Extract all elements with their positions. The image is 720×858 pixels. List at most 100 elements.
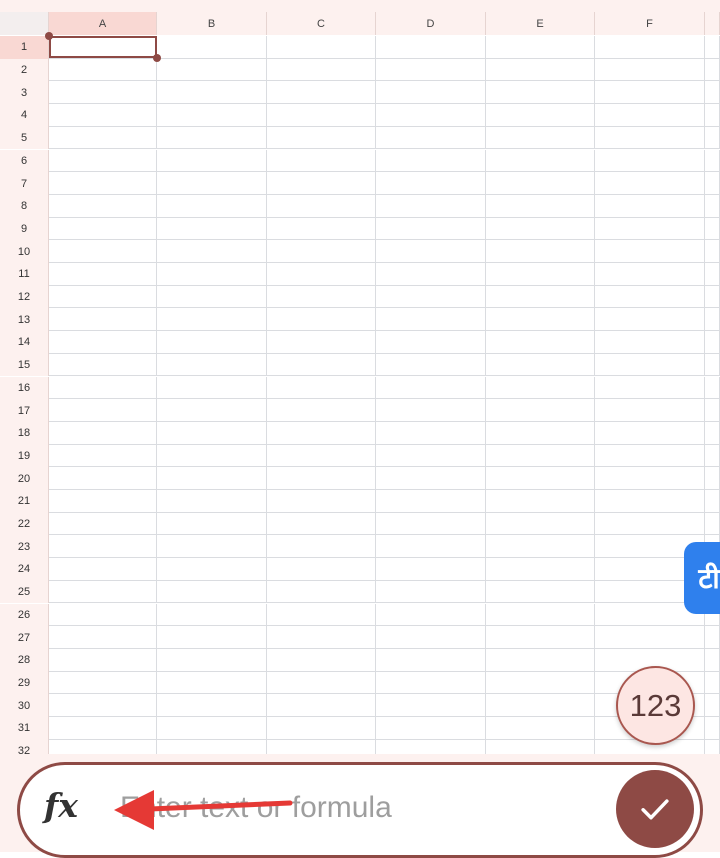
grid-cell[interactable] <box>376 671 486 695</box>
row-header-19[interactable]: 19 <box>0 444 49 468</box>
grid-cell[interactable] <box>267 558 376 581</box>
grid-cell[interactable] <box>49 626 157 649</box>
grid-cell[interactable] <box>486 490 595 513</box>
grid-cell[interactable] <box>376 104 486 127</box>
grid-cell[interactable] <box>376 603 486 627</box>
grid-cell[interactable] <box>157 308 267 332</box>
grid-cell[interactable] <box>705 694 720 717</box>
grid-cell[interactable] <box>376 149 486 173</box>
grid-cell[interactable] <box>486 421 595 445</box>
grid-cell[interactable] <box>486 626 595 649</box>
grid-cell[interactable] <box>376 172 486 195</box>
row-header-4[interactable]: 4 <box>0 104 49 127</box>
grid-cell[interactable] <box>376 331 486 354</box>
grid-cell[interactable] <box>49 603 157 627</box>
grid-cell[interactable] <box>705 172 720 195</box>
grid-cell[interactable] <box>595 36 705 59</box>
grid-cell[interactable] <box>49 648 157 672</box>
grid-cell[interactable] <box>157 626 267 649</box>
grid-cell[interactable] <box>595 217 705 241</box>
grid-cell[interactable] <box>595 240 705 263</box>
grid-cell[interactable] <box>157 58 267 82</box>
grid-cell[interactable] <box>486 580 595 604</box>
grid-cell[interactable] <box>705 149 720 173</box>
column-header-E[interactable]: E <box>486 12 595 35</box>
grid-cell[interactable] <box>486 58 595 82</box>
grid-cell[interactable] <box>376 626 486 649</box>
grid-cell[interactable] <box>49 580 157 604</box>
grid-cell[interactable] <box>376 194 486 218</box>
grid-cell[interactable] <box>705 308 720 332</box>
grid-cell[interactable] <box>376 36 486 59</box>
column-header-A[interactable]: A <box>49 12 157 35</box>
grid-cell[interactable] <box>486 694 595 717</box>
row-header-14[interactable]: 14 <box>0 331 49 354</box>
column-header-F[interactable]: F <box>595 12 705 35</box>
number-keypad-button[interactable]: 123 <box>616 666 695 745</box>
row-header-7[interactable]: 7 <box>0 172 49 195</box>
selection-handle-top-left[interactable] <box>45 32 53 40</box>
grid-cell[interactable] <box>376 490 486 513</box>
grid-cell[interactable] <box>49 149 157 173</box>
grid-cell[interactable] <box>486 36 595 59</box>
grid-cell[interactable] <box>267 467 376 490</box>
grid-cell[interactable] <box>595 421 705 445</box>
grid-cell[interactable] <box>49 285 157 309</box>
row-header-18[interactable]: 18 <box>0 421 49 445</box>
grid-cell[interactable] <box>705 467 720 490</box>
grid-cell[interactable] <box>486 285 595 309</box>
grid-cell[interactable] <box>486 331 595 354</box>
grid-cell[interactable] <box>157 149 267 173</box>
row-header-31[interactable]: 31 <box>0 717 49 740</box>
grid-cell[interactable] <box>486 240 595 263</box>
grid-cell[interactable] <box>49 558 157 581</box>
grid-cell[interactable] <box>267 240 376 263</box>
grid-cell[interactable] <box>267 717 376 740</box>
grid-cell[interactable] <box>595 172 705 195</box>
grid-cell[interactable] <box>157 36 267 59</box>
row-header-28[interactable]: 28 <box>0 648 49 672</box>
grid-cell[interactable] <box>705 399 720 422</box>
select-all-corner[interactable] <box>0 12 49 35</box>
grid-cell[interactable] <box>595 308 705 332</box>
grid-cell[interactable] <box>705 126 720 150</box>
grid-cell[interactable] <box>595 399 705 422</box>
grid-cell[interactable] <box>267 285 376 309</box>
grid-cell[interactable] <box>267 648 376 672</box>
row-header-8[interactable]: 8 <box>0 194 49 218</box>
grid-cell[interactable] <box>376 399 486 422</box>
grid-cell[interactable] <box>49 81 157 105</box>
grid-cell[interactable] <box>595 444 705 468</box>
grid-cell[interactable] <box>267 353 376 377</box>
row-header-11[interactable]: 11 <box>0 263 49 286</box>
grid-cell[interactable] <box>705 81 720 105</box>
grid-cell[interactable] <box>157 217 267 241</box>
grid-cell[interactable] <box>49 126 157 150</box>
grid-cell[interactable] <box>376 444 486 468</box>
row-header-17[interactable]: 17 <box>0 399 49 422</box>
grid-cell[interactable] <box>267 671 376 695</box>
grid-cell[interactable] <box>267 331 376 354</box>
grid-cell[interactable] <box>595 512 705 536</box>
grid-cell[interactable] <box>157 490 267 513</box>
grid-cell[interactable] <box>595 58 705 82</box>
grid-cell[interactable] <box>486 126 595 150</box>
grid-cell[interactable] <box>267 376 376 400</box>
grid-cell[interactable] <box>376 81 486 105</box>
grid-cell[interactable] <box>705 263 720 286</box>
grid-cell[interactable] <box>267 263 376 286</box>
column-header-C[interactable]: C <box>267 12 376 35</box>
grid-cell[interactable] <box>157 331 267 354</box>
row-header-10[interactable]: 10 <box>0 240 49 263</box>
grid-cell[interactable] <box>376 648 486 672</box>
grid-cell[interactable] <box>267 149 376 173</box>
grid-cell[interactable] <box>705 36 720 59</box>
grid-cell[interactable] <box>705 444 720 468</box>
grid-cell[interactable] <box>486 194 595 218</box>
grid-cell[interactable] <box>49 58 157 82</box>
grid-cell[interactable] <box>705 421 720 445</box>
row-header-5[interactable]: 5 <box>0 126 49 150</box>
grid-cell[interactable] <box>49 535 157 559</box>
grid-cell[interactable] <box>376 353 486 377</box>
grid-cell[interactable] <box>49 512 157 536</box>
